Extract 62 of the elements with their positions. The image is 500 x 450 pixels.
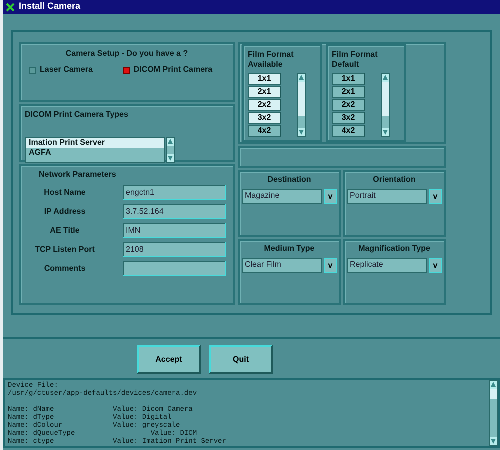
format-option[interactable]: 4x2 [332,125,365,137]
format-option[interactable]: 3x2 [248,112,281,124]
field-label: AE Title [49,224,81,236]
input-field[interactable]: 3.7.52.164 [123,204,226,219]
dropdown-button[interactable]: v [324,258,337,272]
field-label: TCP Listen Port [34,244,96,256]
scrollbar[interactable] [297,73,306,137]
scrollbar[interactable] [166,137,175,163]
scroll-up-icon [167,138,174,146]
dropdown-button[interactable]: v [429,189,442,204]
section-title: Film Format Default [332,50,379,70]
input-field[interactable]: engctn1 [123,185,226,200]
scroll-thumb[interactable] [298,82,305,116]
checkbox-label: DICOM Print Camera [134,64,213,76]
section-title: Network Parameters [39,169,118,181]
dropdown-field[interactable]: Replicate [347,258,427,272]
scrollbar[interactable] [381,73,390,137]
field-label: Host Name [43,186,87,198]
checkbox[interactable] [122,66,130,74]
dropdown-button[interactable]: v [429,258,442,272]
input-field[interactable]: IMN [123,223,226,238]
field-label: Comments [43,262,87,274]
option-label: Orientation [372,174,417,186]
dropdown-button[interactable]: v [324,189,337,204]
list-item[interactable]: AGFA [26,148,164,158]
format-option[interactable]: 1x1 [332,73,365,85]
scroll-up-icon [382,74,389,82]
x-icon [6,2,15,12]
input-field[interactable]: 2108 [123,242,226,257]
window-title: Install Camera [19,0,81,14]
format-option[interactable]: 4x2 [248,125,281,137]
scroll-up-icon [298,74,305,82]
dropdown-field[interactable]: Portrait [347,189,427,204]
dropdown-field[interactable]: Magazine [242,189,322,204]
input-field[interactable] [123,261,226,276]
option-label: Destination [266,174,312,186]
format-option[interactable]: 2x2 [332,99,365,111]
checkbox-label: Laser Camera [40,64,93,76]
field-label: IP Address [43,206,87,218]
action-button[interactable]: Quit [209,345,273,374]
scrollbar[interactable] [489,380,498,446]
dropdown-field[interactable]: Clear Film [242,258,322,272]
scroll-down-icon [490,437,497,445]
format-option[interactable]: 3x2 [332,112,365,124]
scroll-thumb[interactable] [382,82,389,116]
option-label: Magnification Type [358,242,432,254]
section-title: Camera Setup - Do you have a ? [64,48,190,60]
checkbox[interactable] [29,66,36,74]
scroll-down-icon [298,128,305,136]
format-option[interactable]: 2x1 [332,86,365,98]
scroll-thumb[interactable] [490,389,497,399]
format-option[interactable]: 2x2 [248,99,281,111]
format-option[interactable]: 2x1 [248,86,281,98]
option-label: Medium Type [263,242,316,254]
scroll-up-icon [490,381,497,389]
section-title: Film Format Available [248,50,295,70]
list-item[interactable]: Imation Print Server [26,138,164,148]
scroll-down-icon [167,154,174,162]
scroll-down-icon [382,128,389,136]
action-button[interactable]: Accept [137,345,201,374]
format-option[interactable]: 1x1 [248,73,281,85]
section-title: DICOM Print Camera Types [25,109,130,121]
